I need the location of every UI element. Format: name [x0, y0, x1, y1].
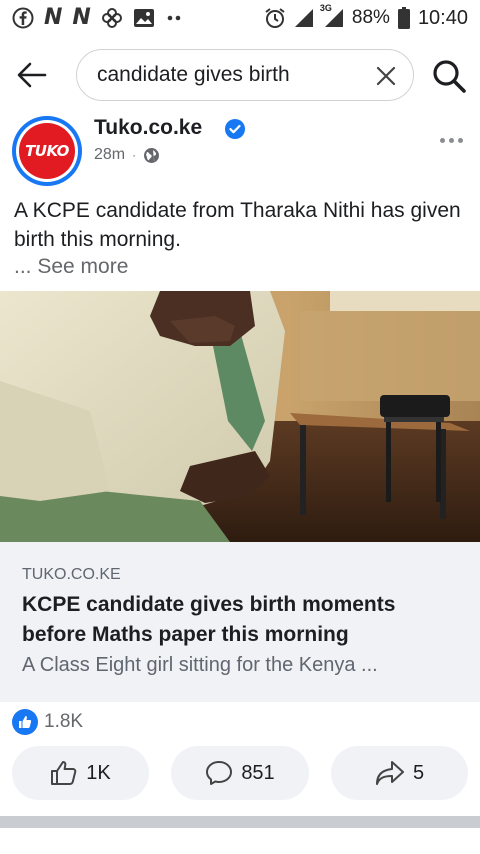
feed-divider [0, 816, 480, 828]
reaction-count: 1.8K [44, 711, 84, 732]
search-box [76, 49, 414, 101]
search-header [0, 36, 480, 114]
share-icon [375, 761, 404, 785]
comment-button[interactable]: 851 [171, 746, 309, 800]
gallery-icon [133, 6, 155, 30]
battery-icon [397, 6, 410, 30]
share-count: 5 [412, 761, 425, 784]
link-title: KCPE candidate gives birth moments befor… [22, 593, 396, 646]
more-options-button[interactable] [436, 130, 466, 150]
avatar-logo-text: TUKO [25, 142, 69, 160]
status-bar-left: N N [12, 6, 183, 30]
more-dots-icon [165, 6, 183, 30]
post-meta: 28m · [94, 146, 160, 164]
clock-time: 10:40 [417, 7, 468, 29]
see-more-link[interactable]: ... See more [14, 254, 128, 280]
more-dot [448, 137, 454, 143]
globe-icon [144, 147, 160, 163]
n-logo-icon: N [72, 5, 91, 30]
status-bar-right: 3G 88% 10:40 [264, 3, 468, 30]
signal-icon [294, 6, 314, 30]
avatar-ring: TUKO [16, 120, 78, 182]
avatar[interactable]: TUKO [12, 116, 82, 186]
status-bar: N N 3G 88% 10:40 [0, 0, 480, 36]
more-dot [439, 137, 445, 143]
more-dot [457, 137, 463, 143]
close-icon [376, 66, 396, 86]
page-name[interactable]: Tuko.co.ke [94, 116, 202, 140]
alarm-icon [264, 6, 286, 30]
meta-separator: · [132, 148, 137, 162]
back-arrow-icon [17, 62, 47, 88]
network-signal-icon: 3G [319, 3, 344, 30]
clear-search-button[interactable] [373, 63, 399, 89]
share-button[interactable]: 5 [331, 746, 468, 800]
avatar-logo: TUKO [19, 123, 75, 179]
pinwheel-icon [101, 6, 123, 30]
n-logo-icon: N [44, 5, 63, 30]
like-reaction-icon [12, 709, 38, 735]
search-button[interactable] [428, 55, 470, 97]
reactions-summary[interactable]: 1.8K [12, 708, 83, 736]
photo [0, 291, 480, 542]
search-input[interactable] [97, 60, 357, 90]
post-image[interactable] [0, 291, 480, 542]
link-preview-card[interactable]: TUKO.CO.KE KCPE candidate gives birth mo… [0, 542, 480, 702]
like-count: 1K [86, 761, 111, 784]
battery-percent: 88% [351, 7, 390, 28]
post-header: TUKO Tuko.co.ke 28m · [0, 114, 480, 186]
like-icon [51, 761, 77, 785]
comment-count: 851 [241, 761, 275, 784]
like-button[interactable]: 1K [12, 746, 149, 800]
back-button[interactable] [10, 55, 54, 95]
link-description: A Class Eight girl sitting for the Kenya… [22, 654, 378, 676]
post-time[interactable]: 28m [94, 146, 125, 164]
comment-icon [206, 761, 233, 785]
search-icon [433, 60, 466, 93]
network-type-label: 3G [319, 3, 332, 13]
post-text: A KCPE candidate from Tharaka Nithi has … [14, 199, 461, 251]
facebook-icon [12, 6, 34, 30]
verified-badge-icon [225, 119, 245, 139]
link-domain: TUKO.CO.KE [22, 566, 121, 583]
